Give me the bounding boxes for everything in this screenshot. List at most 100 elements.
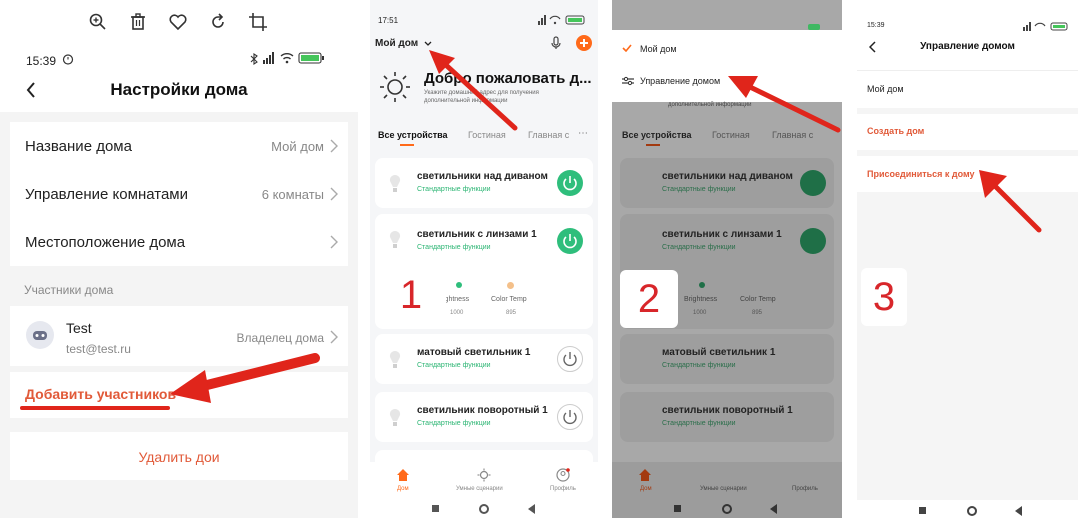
device-card[interactable]: светильники над диваном Стандартные функ… — [620, 158, 834, 208]
brightness-dot — [699, 282, 705, 288]
device-subtitle: Стандартные функции — [417, 420, 491, 427]
row-value: Мой дом — [271, 139, 324, 154]
bluetooth-icon — [250, 53, 258, 65]
back-triangle-icon[interactable] — [1015, 506, 1023, 516]
recents-icon[interactable] — [919, 507, 926, 514]
home-icon[interactable] — [396, 468, 410, 482]
power-icon[interactable] — [557, 346, 583, 372]
panel-home-screen: 17:51 Мой дом Добро пожаловать д... Укаж… — [370, 0, 598, 518]
device-card[interactable]: светильник поворотный 1 Стандартные функ… — [620, 392, 834, 442]
nav-home[interactable]: Дом — [397, 486, 409, 492]
step-number: 1 — [376, 262, 446, 328]
brightness-dot — [456, 282, 462, 288]
home-selector[interactable]: Мой дом — [375, 38, 418, 49]
menu-manage-home[interactable]: Управление домом — [640, 76, 720, 86]
device-card[interactable]: светильники над диваном Стандартные функ… — [375, 158, 593, 208]
more-icon[interactable]: ⋯ — [578, 128, 588, 139]
avatar-icon — [25, 320, 55, 350]
device-subtitle: Стандартные функции — [417, 362, 491, 369]
chevron-right-icon — [330, 187, 338, 201]
power-icon[interactable] — [557, 228, 583, 254]
add-members-button[interactable]: Добавить участников — [25, 386, 176, 402]
colortemp-label: Color Temp — [740, 296, 776, 303]
settings-icon[interactable] — [622, 76, 634, 86]
device-card[interactable]: матовый светильник 1 Стандартные функции — [375, 334, 593, 384]
crop-icon[interactable] — [248, 12, 268, 32]
row-label: Управление комнатами — [25, 186, 188, 203]
device-name: светильники над диваном — [662, 171, 793, 182]
colortemp-dot — [507, 282, 514, 289]
signal-icon — [262, 52, 276, 64]
device-name: матовый светильник 1 — [417, 347, 531, 358]
recents-icon[interactable] — [432, 505, 439, 512]
heart-icon[interactable] — [168, 12, 188, 32]
row-rooms[interactable]: Управление комнатами 6 комнаты — [10, 170, 348, 218]
join-home-button[interactable]: Присоединиться к дому — [867, 169, 975, 179]
nav-scenes[interactable]: Умные сценарии — [700, 486, 747, 492]
panel-home-menu: Мой дом Управление домом дополнительной … — [612, 0, 842, 518]
tab-main[interactable]: Главная с — [528, 130, 569, 140]
power-icon[interactable] — [800, 170, 826, 196]
nav-profile[interactable]: Профиль — [550, 486, 576, 492]
device-name: светильник поворотный 1 — [417, 405, 548, 416]
tab-all-devices[interactable]: Все устройства — [622, 130, 692, 140]
image-viewer-toolbar — [0, 0, 358, 44]
plus-icon[interactable] — [576, 35, 592, 51]
zoom-icon[interactable] — [88, 12, 108, 32]
create-home-row[interactable]: Создать дом — [857, 114, 1078, 150]
menu-my-home[interactable]: Мой дом — [640, 44, 677, 54]
panel-home-management: 15:39 Управление домом Мой дом Создать д… — [857, 0, 1078, 518]
status-time: 15:39 — [867, 22, 885, 29]
colortemp-value: 895 — [506, 310, 517, 316]
bottom-nav: Дом Умные сценарии Профиль — [612, 462, 842, 500]
device-card[interactable]: светильник поворотный 1 Стандартные функ… — [375, 392, 593, 442]
tab-indicator — [646, 144, 660, 146]
colortemp-value: 895 — [752, 310, 763, 316]
delete-home-button[interactable]: Удалить дои — [10, 449, 348, 465]
power-icon[interactable] — [557, 170, 583, 196]
create-home-button[interactable]: Создать дом — [867, 126, 924, 136]
row-home-name[interactable]: Название дома Мой дом — [10, 122, 348, 170]
home-button-icon[interactable] — [722, 504, 732, 514]
trash-icon[interactable] — [128, 12, 148, 32]
nav-home[interactable]: Дом — [640, 486, 652, 492]
home-icon[interactable] — [638, 468, 652, 482]
brightness-value: 1000 — [450, 310, 464, 316]
scenes-icon[interactable] — [477, 468, 491, 482]
device-card[interactable]: матовый светильник 1 Стандартные функции — [620, 334, 834, 384]
back-triangle-icon[interactable] — [528, 504, 536, 514]
bulb-icon — [389, 408, 401, 428]
back-triangle-icon[interactable] — [770, 504, 778, 514]
battery-icon — [298, 52, 326, 64]
status-time: 15:39 — [26, 54, 57, 68]
device-name: светильники над диваном — [417, 171, 548, 182]
brightness-value: 1000 — [693, 310, 707, 316]
home-row[interactable]: Мой дом — [857, 70, 1078, 108]
device-subtitle: Стандартные функции — [417, 186, 491, 193]
nav-scenes[interactable]: Умные сценарии — [456, 486, 503, 492]
bulb-icon — [389, 230, 401, 250]
red-arrow-annotation — [425, 46, 525, 136]
power-icon[interactable] — [557, 404, 583, 430]
row-location[interactable]: Местоположение дома — [10, 218, 348, 266]
device-name: светильник поворотный 1 — [662, 405, 793, 416]
bottom-nav: Дом Умные сценарии Профиль — [370, 462, 598, 500]
nav-profile[interactable]: Профиль — [792, 486, 818, 492]
status-time: 17:51 — [378, 16, 399, 25]
home-name: Мой дом — [867, 84, 904, 94]
member-email: test@test.ru — [66, 342, 131, 356]
recents-icon[interactable] — [674, 505, 681, 512]
brightness-label: ightness — [443, 296, 470, 303]
delete-home-row[interactable]: Удалить дои — [10, 432, 348, 480]
rotate-icon[interactable] — [208, 12, 228, 32]
power-icon[interactable] — [800, 228, 826, 254]
profile-icon[interactable] — [556, 468, 570, 482]
home-button-icon[interactable] — [479, 504, 489, 514]
check-icon — [622, 44, 632, 52]
home-button-icon[interactable] — [967, 506, 977, 516]
row-label: Название дома — [25, 138, 132, 155]
mic-icon[interactable] — [550, 36, 562, 50]
red-arrow-annotation — [165, 348, 325, 408]
device-name: матовый светильник 1 — [662, 347, 776, 358]
red-arrow-annotation — [724, 72, 842, 134]
